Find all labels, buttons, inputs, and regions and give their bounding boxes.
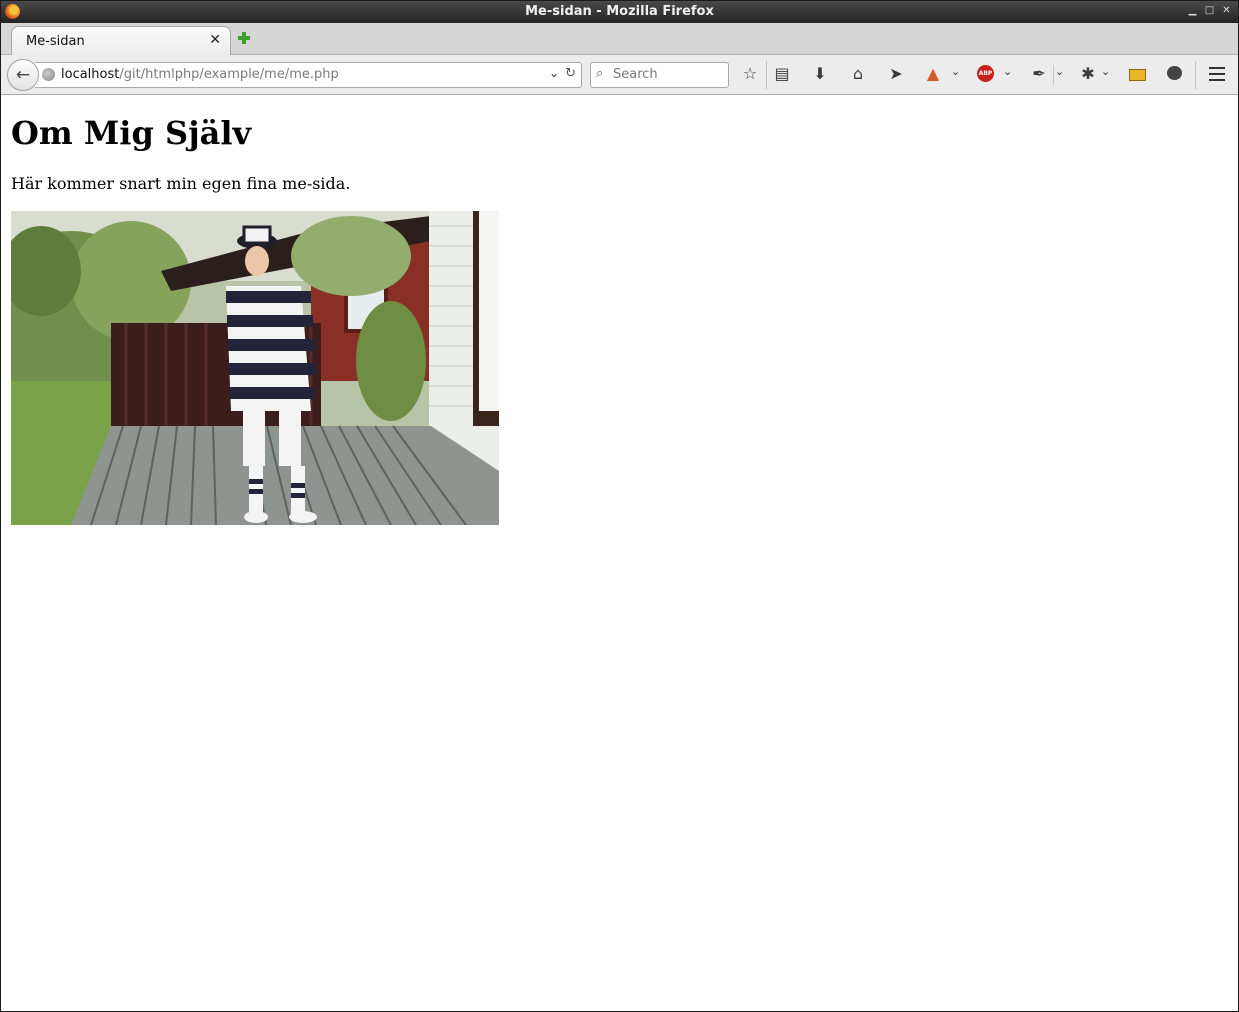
bug-dropdown-icon[interactable]: ⌄ bbox=[1101, 65, 1110, 78]
page-paragraph: Här kommer snart min egen fina me-sida. bbox=[11, 174, 351, 193]
back-button[interactable]: ← bbox=[7, 59, 39, 91]
maximize-button[interactable]: □ bbox=[1204, 3, 1215, 19]
tab-label: Me-sidan bbox=[26, 34, 85, 49]
url-history-dropdown-icon[interactable]: ⌄ bbox=[549, 66, 559, 80]
tab-strip: Me-sidan ✕ bbox=[1, 23, 1238, 55]
window-controls: ▁ □ ✕ bbox=[1187, 3, 1232, 19]
tab-close-icon[interactable]: ✕ bbox=[209, 32, 221, 48]
url-text[interactable]: localhost/git/htmlphp/example/me/me.php bbox=[61, 67, 339, 82]
url-path: /git/htmlphp/example/me/me.php bbox=[119, 67, 339, 82]
window-title: Me-sidan - Mozilla Firefox bbox=[525, 4, 714, 19]
minimize-button[interactable]: ▁ bbox=[1187, 3, 1198, 19]
color-picker-dropdown-icon[interactable]: ⌄ bbox=[951, 65, 960, 78]
url-host: localhost bbox=[61, 67, 120, 82]
reload-icon[interactable]: ↻ bbox=[565, 66, 576, 81]
url-bar[interactable]: localhost/git/htmlphp/example/me/me.php … bbox=[35, 62, 582, 88]
download-icon[interactable]: ⬇ bbox=[809, 63, 831, 85]
new-tab-plus-icon[interactable] bbox=[237, 31, 251, 45]
adblock-dropdown-icon[interactable]: ⌄ bbox=[1003, 65, 1012, 78]
search-input[interactable] bbox=[613, 65, 721, 83]
adblock-plus-icon[interactable]: ABP bbox=[977, 65, 994, 82]
site-identity-globe-icon[interactable] bbox=[42, 68, 55, 81]
eyedropper-dropdown-icon[interactable]: ⌄ bbox=[1055, 65, 1064, 78]
title-bar: Me-sidan - Mozilla Firefox ▁ □ ✕ bbox=[1, 1, 1238, 23]
back-arrow-icon: ← bbox=[15, 65, 31, 85]
tab-me-sidan[interactable]: Me-sidan ✕ bbox=[11, 26, 231, 55]
page-content: Om Mig Själv Här kommer snart min egen f… bbox=[2, 95, 1238, 1011]
toolbar-separator bbox=[1195, 61, 1196, 89]
page-heading: Om Mig Själv bbox=[11, 114, 252, 152]
menu-icon[interactable] bbox=[1209, 67, 1225, 81]
search-bar[interactable]: ⌕ bbox=[590, 62, 729, 88]
eyedropper-icon[interactable]: ✒ bbox=[1028, 63, 1050, 85]
toolbar-separator bbox=[1053, 65, 1054, 85]
toolbar-separator bbox=[766, 61, 767, 89]
ruler-icon[interactable] bbox=[1129, 69, 1146, 81]
chat-icon[interactable] bbox=[1167, 66, 1182, 80]
navigation-toolbar: localhost/git/htmlphp/example/me/me.php … bbox=[1, 55, 1238, 95]
search-icon: ⌕ bbox=[596, 66, 604, 81]
color-picker-icon[interactable]: ▲ bbox=[922, 63, 944, 85]
photo-image bbox=[11, 211, 499, 525]
close-button[interactable]: ✕ bbox=[1221, 3, 1232, 19]
reading-list-icon[interactable]: ▤ bbox=[771, 63, 793, 85]
browser-window: Me-sidan - Mozilla Firefox ▁ □ ✕ Me-sida… bbox=[0, 0, 1239, 1012]
bookmark-star-icon[interactable]: ☆ bbox=[739, 63, 761, 85]
send-icon[interactable]: ➤ bbox=[885, 63, 907, 85]
bug-icon[interactable]: ✱ bbox=[1077, 63, 1099, 85]
home-icon[interactable]: ⌂ bbox=[847, 63, 869, 85]
